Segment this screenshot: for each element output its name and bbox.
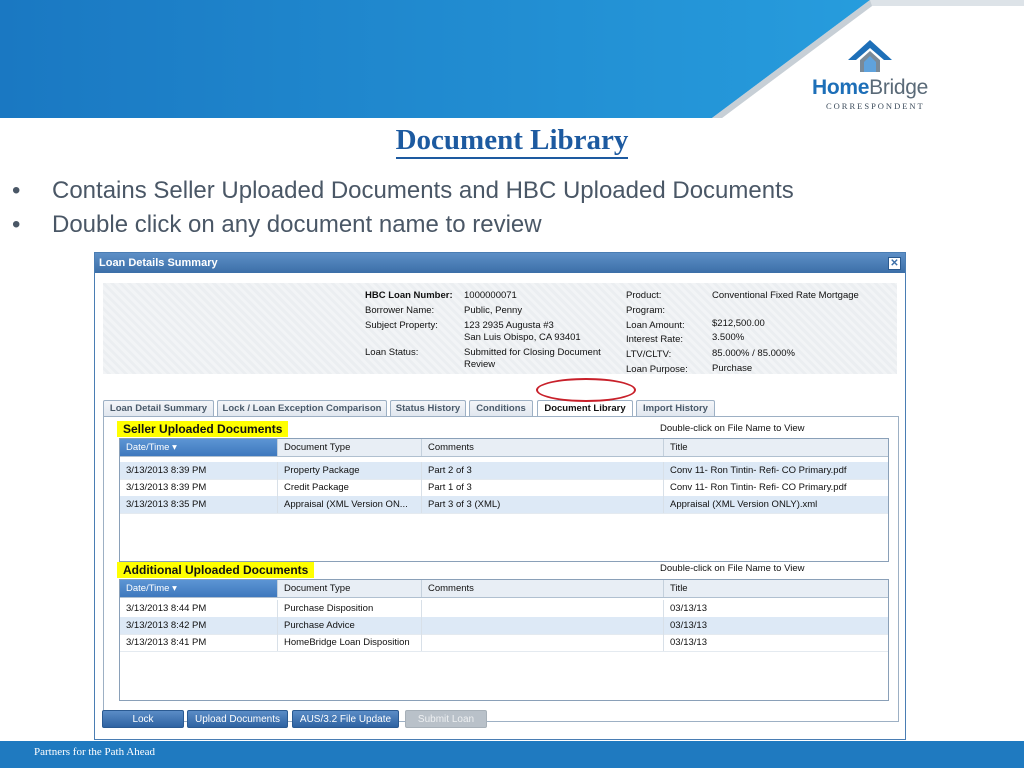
value-product: Conventional Fixed Rate Mortgage bbox=[712, 290, 859, 301]
seller-documents-grid: Date/Time ▾ Document Type Comments Title… bbox=[119, 438, 889, 562]
tab-conditions[interactable]: Conditions bbox=[469, 400, 533, 417]
submit-loan-button: Submit Loan bbox=[405, 710, 487, 728]
cell-comments: Part 1 of 3 bbox=[422, 479, 664, 496]
value-rate: 3.500% bbox=[712, 332, 745, 343]
bullet-list: • Contains Seller Uploaded Documents and … bbox=[8, 174, 794, 242]
homebridge-logo-icon bbox=[848, 40, 892, 72]
loan-summary: HBC Loan Number: 1000000071 Borrower Nam… bbox=[103, 283, 897, 375]
cell-title[interactable]: Conv 11- Ron Tintin- Refi- CO Primary.pd… bbox=[664, 462, 888, 479]
grid-header: Date/Time ▾ Document Type Comments Title bbox=[120, 439, 888, 457]
label-status: Loan Status: bbox=[365, 347, 419, 358]
cell-date: 3/13/2013 8:44 PM bbox=[120, 600, 278, 617]
value-status-line2: Review bbox=[464, 359, 496, 370]
cell-comments: Part 3 of 3 (XML) bbox=[422, 496, 664, 513]
column-header-comments[interactable]: Comments bbox=[422, 439, 664, 456]
aus-file-update-button[interactable]: AUS/3.2 File Update bbox=[292, 710, 399, 728]
column-header-document-type[interactable]: Document Type bbox=[278, 580, 422, 597]
label-ltv: LTV/CLTV: bbox=[626, 349, 672, 360]
label-loan-number: HBC Loan Number: bbox=[365, 290, 453, 301]
value-ltv: 85.000% / 85.000% bbox=[712, 348, 795, 359]
column-header-date[interactable]: Date/Time ▾ bbox=[120, 439, 278, 456]
value-property-line2: San Luis Obispo, CA 93401 bbox=[464, 332, 581, 343]
cell-title[interactable]: 03/13/13 bbox=[664, 634, 888, 651]
brand-subtitle: CORRESPONDENT bbox=[826, 101, 925, 111]
table-row[interactable]: 3/13/2013 8:39 PM Property Package Part … bbox=[120, 462, 888, 480]
column-header-document-type[interactable]: Document Type bbox=[278, 439, 422, 456]
label-program: Program: bbox=[626, 305, 666, 316]
label-product: Product: bbox=[626, 290, 662, 301]
additional-section-label: Additional Uploaded Documents bbox=[117, 562, 315, 578]
cell-date: 3/13/2013 8:39 PM bbox=[120, 479, 278, 496]
table-row[interactable]: 3/13/2013 8:35 PM Appraisal (XML Version… bbox=[120, 496, 888, 514]
page-title: Document Library bbox=[0, 124, 1024, 159]
tab-import-history[interactable]: Import History bbox=[636, 400, 715, 417]
table-row[interactable]: 3/13/2013 8:41 PM HomeBridge Loan Dispos… bbox=[120, 634, 888, 652]
lock-button[interactable]: Lock bbox=[102, 710, 184, 728]
close-icon[interactable]: ✕ bbox=[888, 257, 901, 270]
upload-documents-button[interactable]: Upload Documents bbox=[187, 710, 288, 728]
highlight-circle bbox=[536, 378, 636, 402]
cell-comments bbox=[422, 634, 664, 651]
cell-comments bbox=[422, 600, 664, 617]
column-header-comments[interactable]: Comments bbox=[422, 580, 664, 597]
cell-document-type: Credit Package bbox=[278, 479, 422, 496]
cell-date: 3/13/2013 8:39 PM bbox=[120, 462, 278, 479]
cell-document-type: Purchase Disposition bbox=[278, 600, 422, 617]
tab-lock-loan-exception[interactable]: Lock / Loan Exception Comparison bbox=[217, 400, 387, 417]
cell-title[interactable]: 03/13/13 bbox=[664, 600, 888, 617]
cell-title[interactable]: 03/13/13 bbox=[664, 617, 888, 634]
column-header-date[interactable]: Date/Time ▾ bbox=[120, 580, 278, 597]
bullet-item: • Contains Seller Uploaded Documents and … bbox=[12, 177, 794, 204]
value-purpose: Purchase bbox=[712, 363, 753, 374]
label-property: Subject Property: bbox=[365, 320, 438, 331]
cell-date: 3/13/2013 8:35 PM bbox=[120, 496, 278, 513]
column-header-title[interactable]: Title bbox=[664, 439, 888, 456]
bullet-item: • Double click on any document name to re… bbox=[12, 211, 542, 238]
cell-document-type: Property Package bbox=[278, 462, 422, 479]
window-titlebar: Loan Details Summary ✕ bbox=[95, 253, 905, 273]
window-body: HBC Loan Number: 1000000071 Borrower Nam… bbox=[95, 273, 905, 739]
cell-comments: Part 2 of 3 bbox=[422, 462, 664, 479]
column-header-title[interactable]: Title bbox=[664, 580, 888, 597]
cell-date: 3/13/2013 8:41 PM bbox=[120, 634, 278, 651]
grid-header: Date/Time ▾ Document Type Comments Title bbox=[120, 580, 888, 598]
label-purpose: Loan Purpose: bbox=[626, 364, 688, 375]
cell-document-type: Purchase Advice bbox=[278, 617, 422, 634]
seller-section-label: Seller Uploaded Documents bbox=[117, 421, 289, 437]
cell-document-type: HomeBridge Loan Disposition bbox=[278, 634, 422, 651]
seller-hint: Double-click on File Name to View bbox=[660, 423, 805, 434]
label-amount: Loan Amount: bbox=[626, 320, 685, 331]
label-rate: Interest Rate: bbox=[626, 334, 684, 345]
table-row[interactable]: 3/13/2013 8:42 PM Purchase Advice 03/13/… bbox=[120, 617, 888, 635]
label-borrower: Borrower Name: bbox=[365, 305, 435, 316]
cell-document-type: Appraisal (XML Version ON... bbox=[278, 496, 422, 513]
additional-hint: Double-click on File Name to View bbox=[660, 563, 805, 574]
tab-document-library[interactable]: Document Library bbox=[537, 400, 633, 417]
value-loan-number: 1000000071 bbox=[464, 290, 517, 301]
table-row[interactable]: 3/13/2013 8:39 PM Credit Package Part 1 … bbox=[120, 479, 888, 497]
cell-comments bbox=[422, 617, 664, 634]
brand-name: HomeBridge bbox=[812, 76, 929, 99]
value-borrower: Public, Penny bbox=[464, 305, 523, 316]
cell-title[interactable]: Appraisal (XML Version ONLY).xml bbox=[664, 496, 888, 513]
cell-title[interactable]: Conv 11- Ron Tintin- Refi- CO Primary.pd… bbox=[664, 479, 888, 496]
footer-tagline: Partners for the Path Ahead bbox=[34, 746, 155, 758]
tab-loan-detail-summary[interactable]: Loan Detail Summary bbox=[103, 400, 214, 417]
loan-details-window: Loan Details Summary ✕ HBC Loan Number: … bbox=[94, 252, 906, 740]
table-row[interactable]: 3/13/2013 8:44 PM Purchase Disposition 0… bbox=[120, 600, 888, 618]
additional-documents-grid: Date/Time ▾ Document Type Comments Title… bbox=[119, 579, 889, 701]
document-library-panel: Seller Uploaded Documents Double-click o… bbox=[103, 416, 899, 722]
tab-status-history[interactable]: Status History bbox=[390, 400, 466, 417]
cell-date: 3/13/2013 8:42 PM bbox=[120, 617, 278, 634]
value-amount: $212,500.00 bbox=[712, 318, 765, 329]
window-title: Loan Details Summary bbox=[99, 257, 218, 269]
